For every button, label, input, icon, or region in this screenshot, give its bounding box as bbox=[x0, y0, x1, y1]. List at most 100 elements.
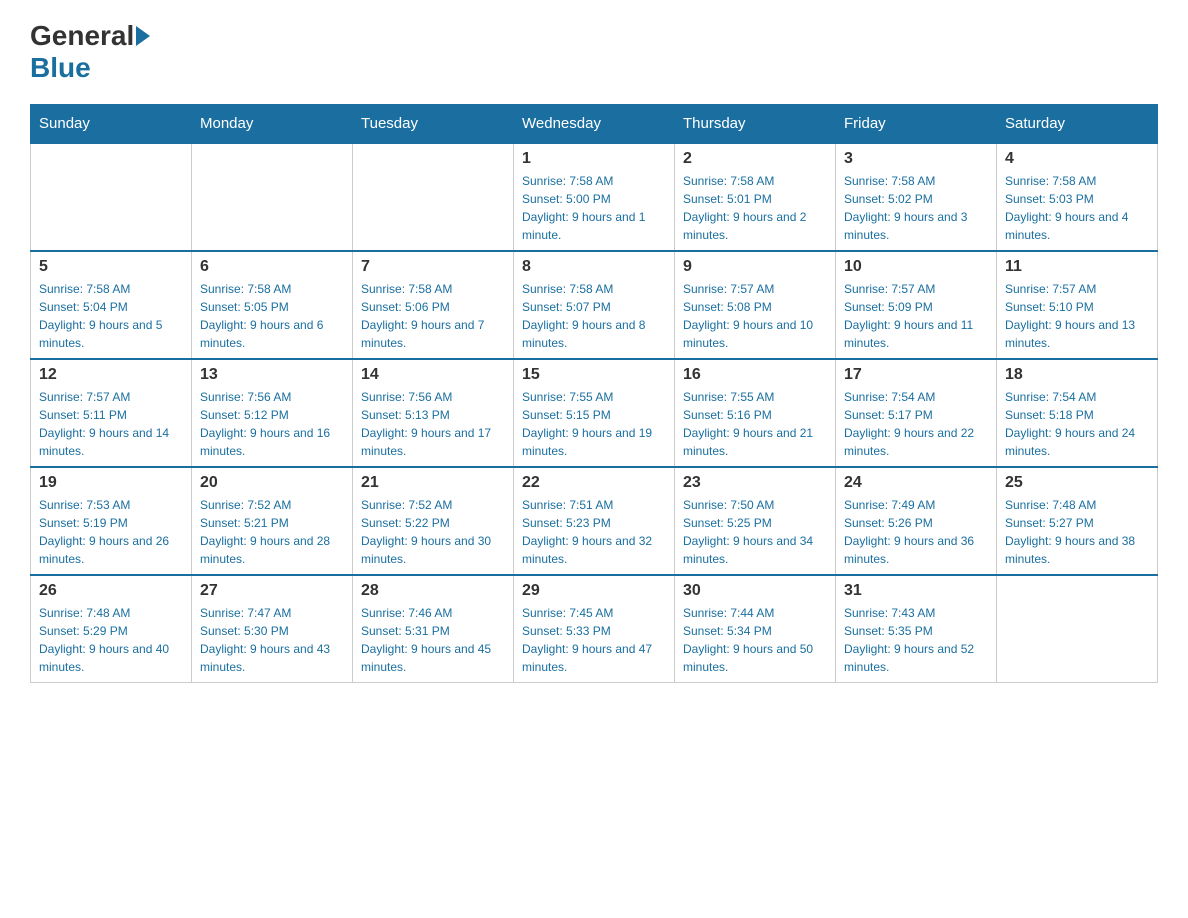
day-info: Sunrise: 7:56 AM Sunset: 5:12 PM Dayligh… bbox=[200, 388, 344, 460]
logo-general-text: General bbox=[30, 20, 134, 52]
day-number: 12 bbox=[39, 366, 183, 384]
calendar-week-row: 1Sunrise: 7:58 AM Sunset: 5:00 PM Daylig… bbox=[31, 143, 1158, 251]
day-number: 5 bbox=[39, 258, 183, 276]
day-number: 16 bbox=[683, 366, 827, 384]
day-info: Sunrise: 7:50 AM Sunset: 5:25 PM Dayligh… bbox=[683, 496, 827, 568]
day-info: Sunrise: 7:48 AM Sunset: 5:29 PM Dayligh… bbox=[39, 604, 183, 676]
calendar-cell: 21Sunrise: 7:52 AM Sunset: 5:22 PM Dayli… bbox=[353, 467, 514, 575]
logo: General Blue bbox=[30, 20, 152, 84]
calendar-cell bbox=[31, 143, 192, 251]
day-info: Sunrise: 7:46 AM Sunset: 5:31 PM Dayligh… bbox=[361, 604, 505, 676]
calendar-cell: 16 Sunrise: 7:55 AM Sunset: 5:16 PM Dayli… bbox=[675, 359, 836, 467]
calendar-cell: 14 Sunrise: 7:56 AM Sunset: 5:13 PM Dayli… bbox=[353, 359, 514, 467]
day-info: Sunrise: 7:52 AM Sunset: 5:21 PM Dayligh… bbox=[200, 496, 344, 568]
calendar-cell: 31 Sunrise: 7:43 AM Sunset: 5:35 PM Dayli… bbox=[836, 575, 997, 683]
day-info: Sunrise: 7:57 AM Sunset: 5:10 PM Dayligh… bbox=[1005, 280, 1149, 352]
calendar-cell: 22 Sunrise: 7:51 AM Sunset: 5:23 PM Dayli… bbox=[514, 467, 675, 575]
day-number: 8 bbox=[522, 258, 666, 276]
day-info: Sunrise: 7:58 AM Sunset: 5:05 PM Dayligh… bbox=[200, 280, 344, 352]
day-info: Sunrise: 7:58 AM Sunset: 5:04 PM Dayligh… bbox=[39, 280, 183, 352]
calendar-cell: 7 Sunrise: 7:58 AM Sunset: 5:06 PM Daylig… bbox=[353, 251, 514, 359]
calendar-cell: 20 Sunrise: 7:52 AM Sunset: 5:21 PM Dayli… bbox=[192, 467, 353, 575]
calendar-cell: 13Sunrise: 7:56 AM Sunset: 5:12 PM Dayli… bbox=[192, 359, 353, 467]
day-number: 20 bbox=[200, 474, 344, 492]
day-info: Sunrise: 7:58 AM Sunset: 5:02 PM Dayligh… bbox=[844, 172, 988, 244]
day-info: Sunrise: 7:57 AM Sunset: 5:09 PM Dayligh… bbox=[844, 280, 988, 352]
calendar-cell bbox=[997, 575, 1158, 683]
day-info: Sunrise: 7:54 AM Sunset: 5:18 PM Dayligh… bbox=[1005, 388, 1149, 460]
calendar-week-row: 26 Sunrise: 7:48 AM Sunset: 5:29 PM Dayli… bbox=[31, 575, 1158, 683]
day-number: 19 bbox=[39, 474, 183, 492]
day-info: Sunrise: 7:58 AM Sunset: 5:06 PM Dayligh… bbox=[361, 280, 505, 352]
calendar-cell: 11 Sunrise: 7:57 AM Sunset: 5:10 PM Dayli… bbox=[997, 251, 1158, 359]
day-number: 14 bbox=[361, 366, 505, 384]
calendar-header-thursday: Thursday bbox=[675, 105, 836, 144]
day-info: Sunrise: 7:57 AM Sunset: 5:11 PM Dayligh… bbox=[39, 388, 183, 460]
day-number: 26 bbox=[39, 582, 183, 600]
day-number: 30 bbox=[683, 582, 827, 600]
calendar-cell: 8Sunrise: 7:58 AM Sunset: 5:07 PM Daylig… bbox=[514, 251, 675, 359]
calendar-cell: 10 Sunrise: 7:57 AM Sunset: 5:09 PM Dayli… bbox=[836, 251, 997, 359]
calendar-cell: 4Sunrise: 7:58 AM Sunset: 5:03 PM Daylig… bbox=[997, 143, 1158, 251]
calendar-cell: 2Sunrise: 7:58 AM Sunset: 5:01 PM Daylig… bbox=[675, 143, 836, 251]
day-number: 24 bbox=[844, 474, 988, 492]
calendar-cell: 12 Sunrise: 7:57 AM Sunset: 5:11 PM Dayli… bbox=[31, 359, 192, 467]
calendar-header-tuesday: Tuesday bbox=[353, 105, 514, 144]
logo-blue-text: Blue bbox=[30, 52, 91, 84]
day-info: Sunrise: 7:57 AM Sunset: 5:08 PM Dayligh… bbox=[683, 280, 827, 352]
day-number: 23 bbox=[683, 474, 827, 492]
day-info: Sunrise: 7:43 AM Sunset: 5:35 PM Dayligh… bbox=[844, 604, 988, 676]
day-info: Sunrise: 7:44 AM Sunset: 5:34 PM Dayligh… bbox=[683, 604, 827, 676]
day-info: Sunrise: 7:49 AM Sunset: 5:26 PM Dayligh… bbox=[844, 496, 988, 568]
day-number: 3 bbox=[844, 150, 988, 168]
day-number: 11 bbox=[1005, 258, 1149, 276]
day-number: 7 bbox=[361, 258, 505, 276]
calendar-header-friday: Friday bbox=[836, 105, 997, 144]
day-number: 6 bbox=[200, 258, 344, 276]
day-number: 22 bbox=[522, 474, 666, 492]
calendar-cell: 9Sunrise: 7:57 AM Sunset: 5:08 PM Daylig… bbox=[675, 251, 836, 359]
page-header: General Blue bbox=[30, 20, 1158, 84]
calendar-cell: 6 Sunrise: 7:58 AM Sunset: 5:05 PM Daylig… bbox=[192, 251, 353, 359]
calendar-week-row: 19Sunrise: 7:53 AM Sunset: 5:19 PM Dayli… bbox=[31, 467, 1158, 575]
day-info: Sunrise: 7:52 AM Sunset: 5:22 PM Dayligh… bbox=[361, 496, 505, 568]
calendar-cell: 26 Sunrise: 7:48 AM Sunset: 5:29 PM Dayli… bbox=[31, 575, 192, 683]
calendar-week-row: 5 Sunrise: 7:58 AM Sunset: 5:04 PM Daylig… bbox=[31, 251, 1158, 359]
calendar-cell: 25Sunrise: 7:48 AM Sunset: 5:27 PM Dayli… bbox=[997, 467, 1158, 575]
day-number: 28 bbox=[361, 582, 505, 600]
day-info: Sunrise: 7:56 AM Sunset: 5:13 PM Dayligh… bbox=[361, 388, 505, 460]
day-info: Sunrise: 7:48 AM Sunset: 5:27 PM Dayligh… bbox=[1005, 496, 1149, 568]
day-number: 29 bbox=[522, 582, 666, 600]
calendar-table: SundayMondayTuesdayWednesdayThursdayFrid… bbox=[30, 104, 1158, 683]
calendar-cell: 24 Sunrise: 7:49 AM Sunset: 5:26 PM Dayli… bbox=[836, 467, 997, 575]
day-number: 18 bbox=[1005, 366, 1149, 384]
calendar-cell bbox=[353, 143, 514, 251]
calendar-header-saturday: Saturday bbox=[997, 105, 1158, 144]
day-number: 31 bbox=[844, 582, 988, 600]
calendar-header-wednesday: Wednesday bbox=[514, 105, 675, 144]
day-number: 15 bbox=[522, 366, 666, 384]
day-number: 10 bbox=[844, 258, 988, 276]
calendar-cell: 27 Sunrise: 7:47 AM Sunset: 5:30 PM Dayli… bbox=[192, 575, 353, 683]
calendar-cell: 3 Sunrise: 7:58 AM Sunset: 5:02 PM Daylig… bbox=[836, 143, 997, 251]
day-number: 27 bbox=[200, 582, 344, 600]
day-info: Sunrise: 7:55 AM Sunset: 5:15 PM Dayligh… bbox=[522, 388, 666, 460]
calendar-cell: 18 Sunrise: 7:54 AM Sunset: 5:18 PM Dayli… bbox=[997, 359, 1158, 467]
day-info: Sunrise: 7:51 AM Sunset: 5:23 PM Dayligh… bbox=[522, 496, 666, 568]
calendar-cell: 1Sunrise: 7:58 AM Sunset: 5:00 PM Daylig… bbox=[514, 143, 675, 251]
calendar-week-row: 12 Sunrise: 7:57 AM Sunset: 5:11 PM Dayli… bbox=[31, 359, 1158, 467]
day-info: Sunrise: 7:45 AM Sunset: 5:33 PM Dayligh… bbox=[522, 604, 666, 676]
calendar-cell: 30 Sunrise: 7:44 AM Sunset: 5:34 PM Dayli… bbox=[675, 575, 836, 683]
calendar-header-monday: Monday bbox=[192, 105, 353, 144]
calendar-cell: 28 Sunrise: 7:46 AM Sunset: 5:31 PM Dayli… bbox=[353, 575, 514, 683]
day-info: Sunrise: 7:58 AM Sunset: 5:01 PM Dayligh… bbox=[683, 172, 827, 244]
calendar-cell: 23 Sunrise: 7:50 AM Sunset: 5:25 PM Dayli… bbox=[675, 467, 836, 575]
day-info: Sunrise: 7:55 AM Sunset: 5:16 PM Dayligh… bbox=[683, 388, 827, 460]
calendar-header-sunday: Sunday bbox=[31, 105, 192, 144]
day-number: 17 bbox=[844, 366, 988, 384]
calendar-cell: 19Sunrise: 7:53 AM Sunset: 5:19 PM Dayli… bbox=[31, 467, 192, 575]
calendar-cell: 5 Sunrise: 7:58 AM Sunset: 5:04 PM Daylig… bbox=[31, 251, 192, 359]
day-info: Sunrise: 7:47 AM Sunset: 5:30 PM Dayligh… bbox=[200, 604, 344, 676]
calendar-cell bbox=[192, 143, 353, 251]
logo-arrow-icon bbox=[136, 26, 150, 46]
